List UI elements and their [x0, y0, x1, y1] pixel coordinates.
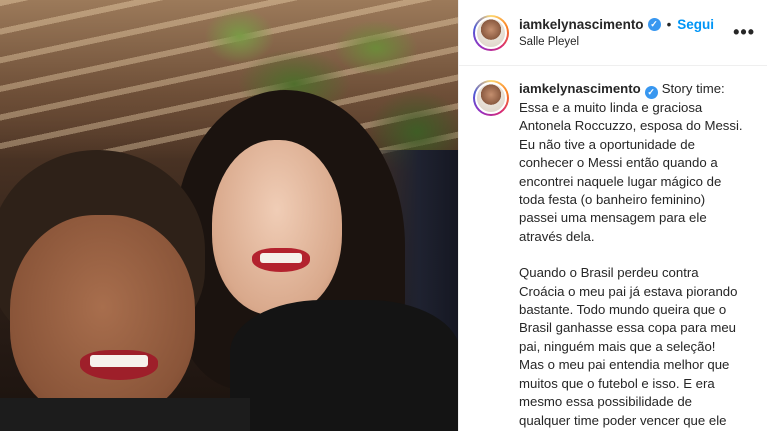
post-side-panel: iamkelynascimento ✓ • Segui Salle Pleyel… [458, 0, 767, 431]
caption-avatar-image [475, 82, 507, 114]
username-link[interactable]: iamkelynascimento [519, 17, 644, 32]
woman-left-top [0, 398, 250, 431]
verified-badge-icon: ✓ [647, 18, 661, 31]
woman-right-smile [260, 253, 302, 263]
avatar-image [475, 16, 507, 49]
caption-avatar[interactable] [473, 80, 509, 116]
avatar[interactable] [473, 14, 509, 51]
post-header: iamkelynascimento ✓ • Segui Salle Pleyel… [459, 0, 767, 66]
caption-text-1: Story time: Essa e a muito linda e graci… [519, 81, 743, 244]
woman-left-face [10, 215, 195, 420]
more-options-icon[interactable]: ••• [733, 22, 755, 43]
header-text: iamkelynascimento ✓ • Segui Salle Pleyel [519, 17, 714, 48]
caption: iamkelynascimento ✓ Story time: Essa e a m… [459, 66, 767, 430]
instagram-post: iamkelynascimento ✓ • Segui Salle Pleyel… [0, 0, 767, 431]
caption-body: iamkelynascimento ✓ Story time: Essa e a m… [519, 80, 753, 430]
woman-left-smile [90, 355, 148, 367]
woman-right-face [212, 140, 342, 315]
follow-button[interactable]: Segui [677, 17, 714, 32]
caption-username-link[interactable]: iamkelynascimento [519, 81, 641, 96]
caption-paragraph-2: Quando o Brasil perdeu contra Croácia o … [519, 265, 738, 428]
caption-paragraph-1: iamkelynascimento ✓ Story time: Essa e a m… [519, 80, 753, 246]
separator-dot: • [666, 17, 672, 32]
header-row: iamkelynascimento ✓ • Segui [519, 17, 714, 32]
post-photo[interactable] [0, 0, 458, 431]
woman-right-top [230, 300, 458, 431]
verified-badge-icon: ✓ [644, 86, 658, 99]
location-link[interactable]: Salle Pleyel [519, 36, 714, 48]
